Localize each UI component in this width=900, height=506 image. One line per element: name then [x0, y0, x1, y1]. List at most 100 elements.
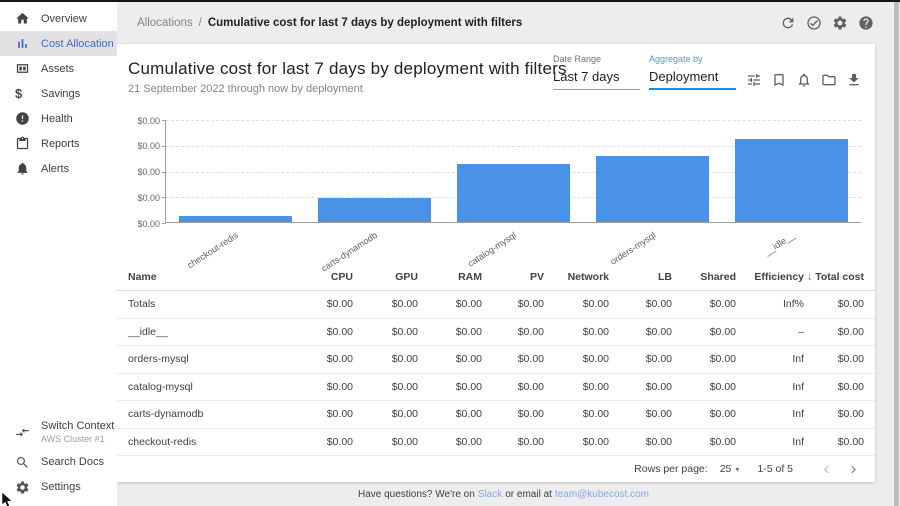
sidebar-item-reports[interactable]: Reports — [0, 131, 117, 156]
bar-carts-dynamodb[interactable] — [318, 198, 431, 222]
bookmark-button[interactable] — [771, 72, 787, 88]
cell-total-cost: $0.00 — [804, 298, 864, 310]
date-range-select[interactable]: Date Range Last 7 days — [553, 54, 640, 90]
cell-lb: $0.00 — [609, 408, 672, 420]
bar-catalog-mysql[interactable] — [457, 164, 570, 222]
table-row-idle[interactable]: __idle__$0.00$0.00$0.00$0.00$0.00$0.00$0… — [117, 319, 875, 347]
report-subtitle: 21 September 2022 through now by deploym… — [128, 83, 567, 95]
footer-text-2: or email at — [505, 489, 552, 500]
sidebar-item-switch-context[interactable]: Switch ContextAWS Cluster #1 — [0, 415, 117, 450]
next-page-button[interactable] — [840, 462, 867, 477]
email-link[interactable]: team@kubecost.com — [555, 489, 649, 500]
cell-network: $0.00 — [544, 408, 609, 420]
cell-cpu: $0.00 — [287, 326, 353, 338]
breadcrumb: Allocations / Cumulative cost for last 7… — [137, 17, 522, 29]
plot-area: checkout-rediscarts-dynamodbcatalog-mysq… — [165, 120, 861, 252]
folder-button[interactable] — [821, 72, 837, 88]
column-header-network[interactable]: Network — [544, 271, 609, 283]
cell-name: orders-mysql — [128, 353, 287, 365]
column-header-gpu[interactable]: GPU — [353, 271, 418, 283]
y-axis-ticks: $0.00$0.00$0.00$0.00$0.00 — [130, 120, 165, 223]
y-axis-tick-label: $0.00 — [137, 193, 160, 203]
date-range-value[interactable]: Last 7 days — [553, 69, 640, 90]
column-header-cpu[interactable]: CPU — [287, 271, 353, 283]
bar-orders-mysql[interactable] — [596, 156, 709, 222]
previous-page-button[interactable] — [813, 462, 840, 477]
alerts-bell-icon — [15, 161, 30, 176]
bell-icon — [796, 72, 812, 88]
x-axis-labels: checkout-rediscarts-dynamodbcatalog-mysq… — [165, 223, 861, 251]
bar-checkout-redis[interactable] — [179, 216, 292, 222]
column-header-ram[interactable]: RAM — [418, 271, 482, 283]
page-scrollbar[interactable] — [893, 2, 900, 506]
cell-pv: $0.00 — [482, 353, 544, 365]
column-header-lb[interactable]: LB — [609, 271, 672, 283]
download-icon — [846, 72, 862, 88]
rows-per-page-label: Rows per page: — [634, 463, 708, 475]
aggregate-by-select[interactable]: Aggregate by Deployment — [649, 54, 736, 90]
sidebar-item-sublabel: AWS Cluster #1 — [41, 434, 114, 445]
topbar-icons — [780, 15, 874, 31]
download-button[interactable] — [846, 72, 862, 88]
cell-ram: $0.00 — [418, 298, 482, 310]
column-header-efficiency[interactable]: Efficiency — [736, 271, 804, 283]
sidebar-item-overview[interactable]: Overview — [0, 6, 117, 31]
date-range-label: Date Range — [553, 54, 640, 64]
sidebar-item-texts: Switch ContextAWS Cluster #1 — [41, 420, 114, 445]
x-axis-label: orders-mysql — [609, 230, 658, 267]
cell-total-cost: $0.00 — [804, 381, 864, 393]
table-row-checkout-redis[interactable]: checkout-redis$0.00$0.00$0.00$0.00$0.00$… — [117, 429, 875, 457]
aggregate-by-value[interactable]: Deployment — [649, 69, 736, 90]
cell-lb: $0.00 — [609, 436, 672, 448]
help-button[interactable] — [858, 15, 874, 31]
column-header-pv[interactable]: PV — [482, 271, 544, 283]
sidebar-item-settings[interactable]: Settings — [0, 475, 117, 500]
sidebar-footer: Switch ContextAWS Cluster #1 Search Docs S… — [0, 415, 117, 500]
table-row-totals[interactable]: Totals$0.00$0.00$0.00$0.00$0.00$0.00$0.0… — [117, 291, 875, 319]
bell-button[interactable] — [796, 72, 812, 88]
cell-pv: $0.00 — [482, 298, 544, 310]
caret-down-icon: ▾ — [735, 465, 739, 474]
allocation-table: NameCPUGPURAMPVNetworkLBSharedEfficiency… — [117, 263, 875, 456]
refresh-button[interactable] — [780, 15, 796, 31]
sidebar-item-search-docs[interactable]: Search Docs — [0, 450, 117, 475]
sidebar-item-cost-allocation[interactable]: Cost Allocation — [0, 31, 117, 56]
refresh-icon — [780, 15, 796, 31]
topbar: Allocations / Cumulative cost for last 7… — [117, 2, 900, 44]
table-row-carts-dynamodb[interactable]: carts-dynamodb$0.00$0.00$0.00$0.00$0.00$… — [117, 401, 875, 429]
check-circle-icon — [806, 15, 822, 31]
sidebar-item-savings[interactable]: $Savings — [0, 81, 117, 106]
sidebar-item-label: Search Docs — [41, 456, 104, 470]
cell-efficiency: Inf — [736, 436, 804, 448]
chevron-right-icon — [846, 462, 861, 477]
page-footer: Have questions? We're on Slack or email … — [117, 482, 893, 506]
cell-shared: $0.00 — [672, 408, 736, 420]
cell-lb: $0.00 — [609, 326, 672, 338]
table-row-orders-mysql[interactable]: orders-mysql$0.00$0.00$0.00$0.00$0.00$0.… — [117, 346, 875, 374]
column-header-name[interactable]: Name — [128, 271, 287, 283]
sidebar-item-label: Overview — [41, 13, 87, 25]
scrollbar-thumb[interactable] — [894, 2, 899, 506]
breadcrumb-section[interactable]: Allocations — [137, 17, 193, 29]
sidebar-item-label: Alerts — [41, 163, 69, 175]
gear-button[interactable] — [832, 15, 848, 31]
tune-button[interactable] — [746, 72, 762, 88]
sidebar-item-texts: Settings — [41, 481, 81, 495]
cell-gpu: $0.00 — [353, 436, 418, 448]
column-header-total-cost[interactable]: ↓Total cost — [804, 271, 864, 283]
sidebar-item-health[interactable]: Health — [0, 106, 117, 131]
cell-efficiency: Inf% — [736, 298, 804, 310]
cell-cpu: $0.00 — [287, 408, 353, 420]
sidebar-item-alerts[interactable]: Alerts — [0, 156, 117, 181]
rows-per-page-select[interactable]: 25 ▾ — [720, 463, 740, 475]
column-header-shared[interactable]: Shared — [672, 271, 736, 283]
slack-link[interactable]: Slack — [478, 489, 502, 500]
cell-network: $0.00 — [544, 381, 609, 393]
bar-idle[interactable] — [735, 139, 848, 222]
sidebar-item-assets[interactable]: Assets — [0, 56, 117, 81]
check-circle-button[interactable] — [806, 15, 822, 31]
cell-ram: $0.00 — [418, 381, 482, 393]
x-axis-label: __idle__ — [763, 230, 797, 257]
table-row-catalog-mysql[interactable]: catalog-mysql$0.00$0.00$0.00$0.00$0.00$0… — [117, 374, 875, 402]
cell-ram: $0.00 — [418, 436, 482, 448]
